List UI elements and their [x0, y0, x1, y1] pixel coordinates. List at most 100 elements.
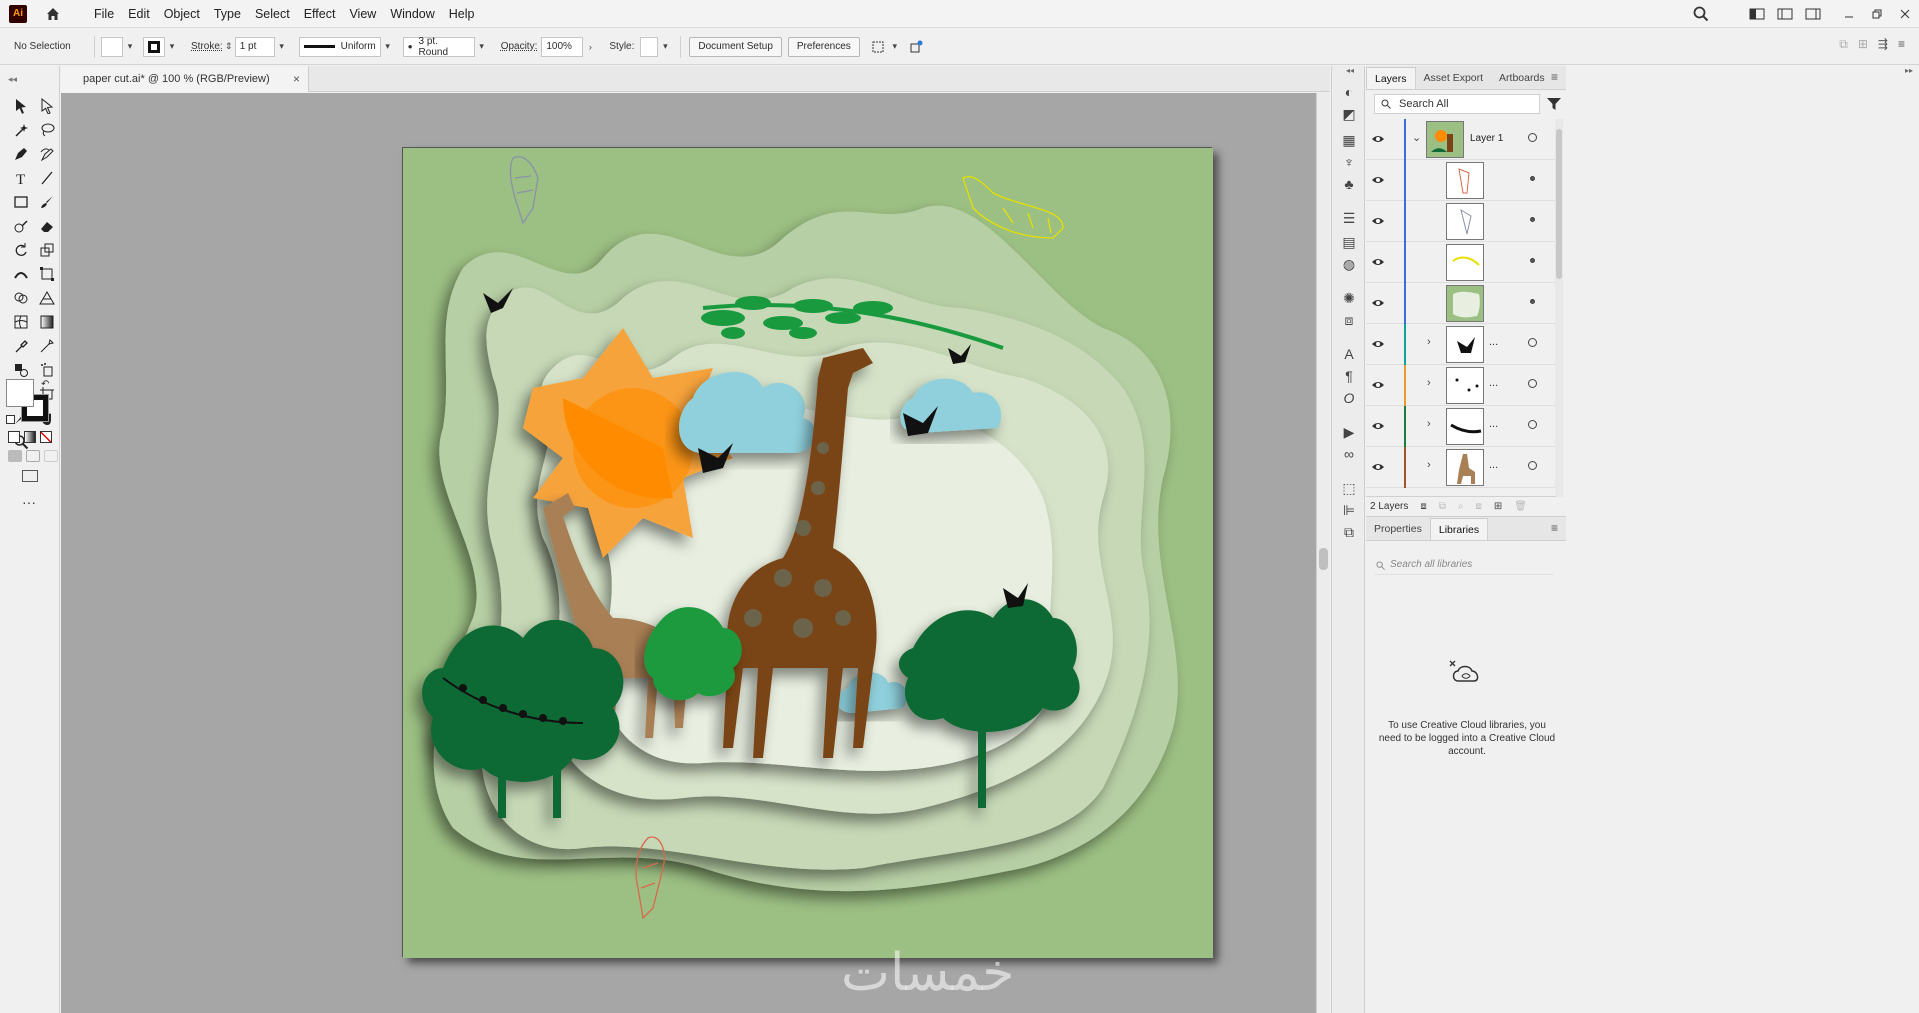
- layer-target-icon[interactable]: [1530, 299, 1535, 304]
- links-icon[interactable]: ∞: [1339, 444, 1359, 464]
- paragraph-icon[interactable]: ¶: [1339, 366, 1359, 386]
- variable-width-profile[interactable]: Uniform: [298, 36, 381, 57]
- menu-view[interactable]: View: [342, 0, 383, 28]
- layer-target-icon[interactable]: [1530, 258, 1535, 263]
- arrange-dropdown[interactable]: ▾: [888, 37, 902, 57]
- control-bar-menu-icon[interactable]: ≡: [1898, 37, 1905, 52]
- close-window-button[interactable]: [1891, 2, 1919, 26]
- collect-for-export-icon[interactable]: ⧈: [1420, 501, 1426, 512]
- visibility-eye-icon[interactable]: [1371, 133, 1385, 145]
- expand-chevron-icon[interactable]: ›: [1427, 377, 1431, 389]
- layer-target-icon[interactable]: [1528, 379, 1537, 388]
- transform-panel-icon[interactable]: ⬚: [1339, 478, 1359, 498]
- expand-chevron-icon[interactable]: ›: [1427, 459, 1431, 471]
- fill-stroke-widget[interactable]: ↶: [6, 379, 52, 425]
- align-panel-icon[interactable]: ⊫: [1339, 500, 1359, 520]
- layer-target-icon[interactable]: [1528, 461, 1537, 470]
- stroke-panel-icon[interactable]: ☰: [1339, 208, 1359, 228]
- color-mode-icon[interactable]: [8, 431, 20, 443]
- style-dropdown[interactable]: ▾: [658, 37, 672, 57]
- stroke-label[interactable]: Stroke:: [191, 41, 223, 52]
- shaper-tool-icon[interactable]: [8, 216, 34, 236]
- edit-toolbar-icon[interactable]: ···: [22, 494, 36, 510]
- graphic-styles-icon[interactable]: ⧈: [1339, 310, 1359, 330]
- fill-color-swatch[interactable]: [6, 379, 34, 407]
- opacity-label[interactable]: Opacity:: [501, 41, 538, 52]
- artboard[interactable]: [402, 147, 1213, 958]
- perspective-grid-tool-icon[interactable]: [34, 288, 60, 308]
- style-swatch[interactable]: [640, 36, 659, 57]
- menu-help[interactable]: Help: [442, 0, 482, 28]
- transform-icon[interactable]: ⊞: [1858, 37, 1868, 52]
- screen-mode-icon[interactable]: [22, 470, 38, 482]
- document-tab[interactable]: paper cut.ai* @ 100 % (RGB/Preview) ×: [61, 66, 309, 92]
- menu-object[interactable]: Object: [157, 0, 207, 28]
- menu-edit[interactable]: Edit: [121, 0, 157, 28]
- new-layer-icon[interactable]: ⊞: [1494, 501, 1502, 512]
- opacity-field[interactable]: 100%: [541, 36, 584, 57]
- scrollbar-thumb[interactable]: [1319, 548, 1328, 570]
- symbol-sprayer-tool-icon[interactable]: [34, 360, 60, 380]
- pathfinder-icon[interactable]: ⧉: [1339, 522, 1359, 542]
- toolbar-collapse-icon[interactable]: ◂◂: [8, 74, 17, 85]
- brush-dropdown[interactable]: ▾: [475, 37, 489, 57]
- distribute-icon[interactable]: ⇶: [1878, 37, 1888, 52]
- sublayer-row[interactable]: › ...: [1366, 324, 1556, 365]
- magic-wand-tool-icon[interactable]: [8, 120, 34, 140]
- menu-window[interactable]: Window: [383, 0, 441, 28]
- draw-normal-icon[interactable]: [8, 450, 22, 462]
- menu-file[interactable]: File: [87, 0, 121, 28]
- menu-select[interactable]: Select: [248, 0, 297, 28]
- profile-dropdown[interactable]: ▾: [381, 37, 395, 57]
- type-tool-icon[interactable]: T: [8, 168, 34, 188]
- stroke-weight-field[interactable]: 1 pt: [234, 36, 275, 57]
- home-icon[interactable]: [41, 2, 65, 26]
- restore-button[interactable]: [1863, 2, 1891, 26]
- line-segment-tool-icon[interactable]: [34, 168, 60, 188]
- curvature-tool-icon[interactable]: [34, 144, 60, 164]
- sublayer-row[interactable]: › ...: [1366, 365, 1556, 406]
- arrange-documents-icon[interactable]: [1771, 2, 1799, 26]
- expand-chevron-icon[interactable]: ⌄: [1412, 131, 1421, 144]
- lasso-tool-icon[interactable]: [34, 120, 60, 140]
- fill-swatch[interactable]: [101, 36, 123, 57]
- appearance-icon[interactable]: ✺: [1339, 288, 1359, 308]
- transparency-icon[interactable]: ◍: [1339, 254, 1359, 274]
- tab-layers[interactable]: Layers: [1366, 67, 1416, 89]
- tab-asset-export[interactable]: Asset Export: [1416, 67, 1492, 89]
- menu-type[interactable]: Type: [207, 0, 248, 28]
- visibility-eye-icon[interactable]: [1371, 215, 1385, 227]
- filter-icon[interactable]: [1546, 96, 1562, 112]
- expand-chevron-icon[interactable]: ›: [1427, 336, 1431, 348]
- tab-artboards[interactable]: Artboards: [1491, 67, 1553, 89]
- gradient-panel-icon[interactable]: ▤: [1339, 232, 1359, 252]
- measure-tool-icon[interactable]: [34, 336, 60, 356]
- recolor-icon[interactable]: [906, 37, 926, 57]
- layer-name[interactable]: Layer 1: [1470, 133, 1503, 144]
- eyedropper-tool-icon[interactable]: [8, 336, 34, 356]
- layer-target-icon[interactable]: [1530, 217, 1535, 222]
- search-icon[interactable]: [1687, 2, 1715, 26]
- layer-row[interactable]: ⌄ Layer 1: [1366, 119, 1556, 160]
- libraries-search-field[interactable]: Search all libraries: [1374, 555, 1554, 575]
- document-setup-button[interactable]: Document Setup: [689, 36, 782, 57]
- layers-scrollbar[interactable]: [1555, 119, 1563, 497]
- paintbrush-tool-icon[interactable]: [34, 192, 60, 212]
- preferences-button[interactable]: Preferences: [787, 36, 860, 57]
- minimize-button[interactable]: [1835, 2, 1863, 26]
- panels-icon[interactable]: [1799, 2, 1827, 26]
- layer-target-icon[interactable]: [1528, 133, 1537, 142]
- stroke-stepper[interactable]: ⇕: [223, 37, 235, 57]
- none-mode-icon[interactable]: [40, 431, 52, 443]
- sublayer-row[interactable]: [1366, 283, 1556, 324]
- opacity-arrow[interactable]: ›: [583, 37, 597, 57]
- gradient-tool-icon[interactable]: [34, 312, 60, 332]
- free-transform-tool-icon[interactable]: [34, 264, 60, 284]
- eraser-tool-icon[interactable]: [34, 216, 60, 236]
- fill-dropdown[interactable]: ▾: [123, 37, 137, 57]
- visibility-eye-icon[interactable]: [1371, 420, 1385, 432]
- layers-search-field[interactable]: Search All: [1374, 94, 1540, 114]
- direct-selection-tool-icon[interactable]: [34, 96, 60, 116]
- visibility-eye-icon[interactable]: [1371, 174, 1385, 186]
- libraries-panel-menu-icon[interactable]: ≡: [1551, 521, 1558, 535]
